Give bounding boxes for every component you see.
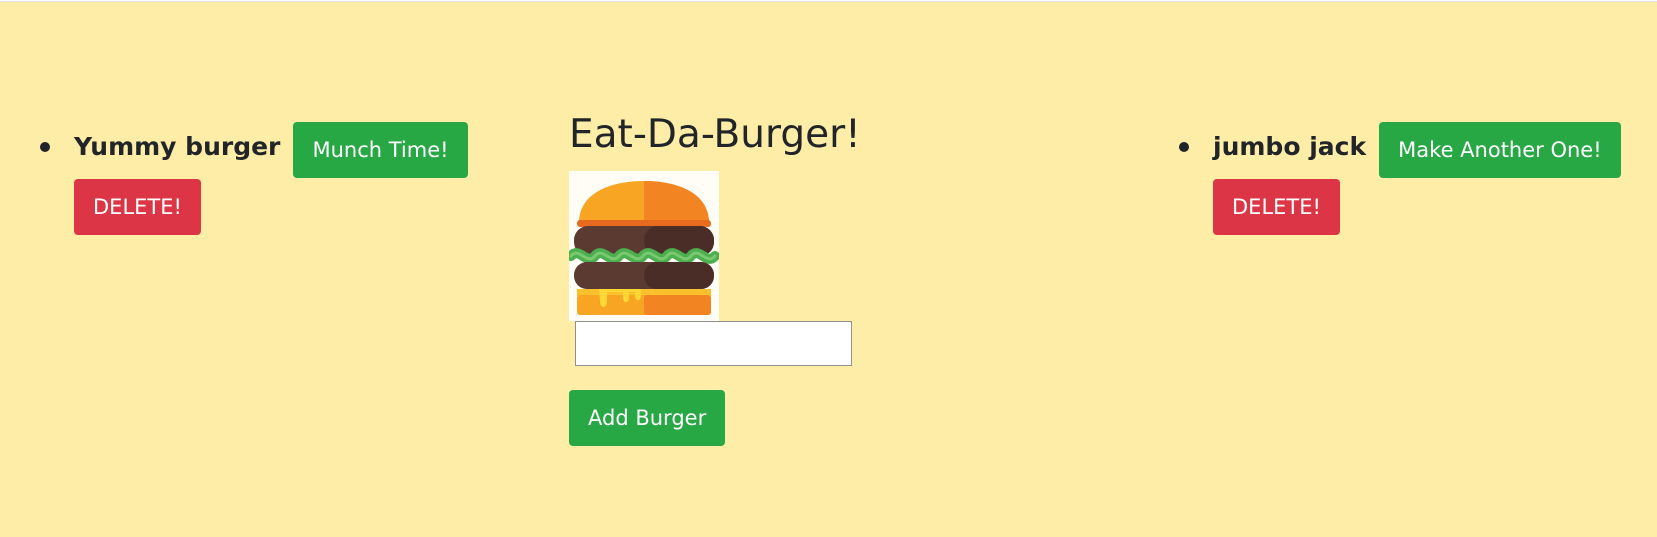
burger-icon [569, 171, 719, 321]
make-another-button[interactable]: Make Another One! [1379, 122, 1621, 178]
burger-name-input[interactable] [575, 321, 852, 366]
burger-name: jumbo jack [1213, 132, 1367, 161]
add-burger-button[interactable]: Add Burger [569, 390, 726, 446]
eaten-burger-list: jumbo jack Make Another One! DELETE! [1179, 122, 1621, 235]
bullet-icon [40, 142, 50, 152]
list-item: jumbo jack Make Another One! DELETE! [1179, 122, 1621, 235]
page-title: Eat-Da-Burger! [569, 112, 861, 157]
delete-row: DELETE! [74, 179, 468, 235]
delete-button[interactable]: DELETE! [74, 179, 201, 235]
delete-row: DELETE! [1213, 179, 1621, 235]
main-panel: Eat-Da-Burger! Add Burger [569, 110, 861, 446]
page-background: Yummy burger Munch Time! DELETE! Eat-Da-… [0, 1, 1657, 537]
uneaten-burger-list: Yummy burger Munch Time! DELETE! [40, 122, 468, 235]
munch-button[interactable]: Munch Time! [293, 122, 468, 178]
delete-button[interactable]: DELETE! [1213, 179, 1340, 235]
list-item: Yummy burger Munch Time! DELETE! [40, 122, 468, 235]
bullet-icon [1179, 142, 1189, 152]
burger-name: Yummy burger [74, 132, 281, 161]
